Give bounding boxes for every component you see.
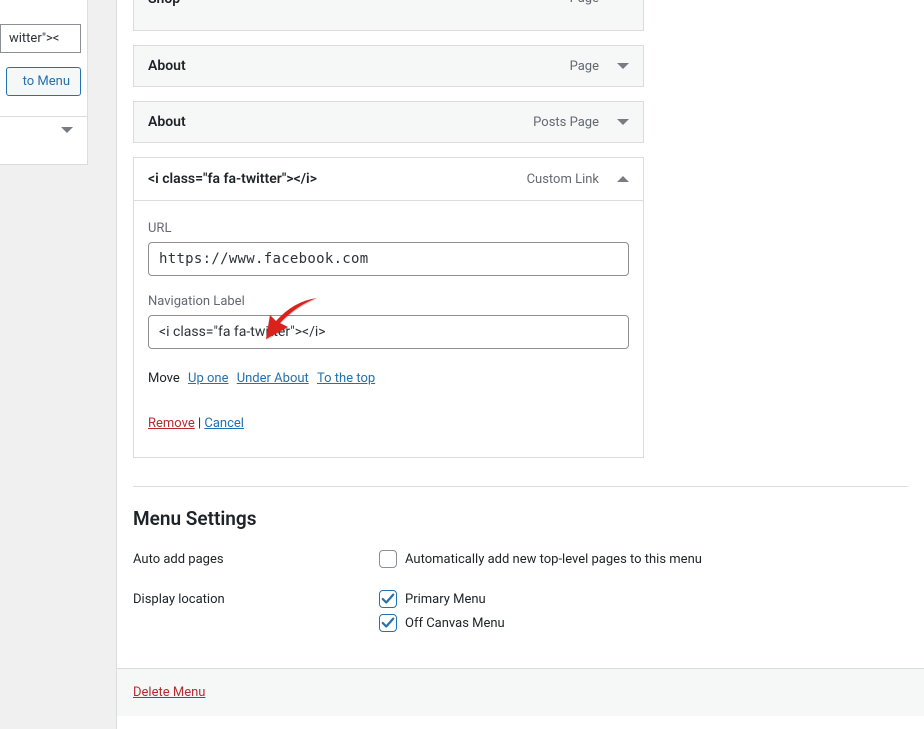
divider [133, 486, 908, 487]
cancel-link[interactable]: Cancel [204, 416, 244, 431]
url-input[interactable] [148, 242, 629, 276]
check-icon [381, 592, 395, 606]
chevron-up-icon[interactable] [617, 176, 629, 182]
navigation-label-input[interactable] [148, 315, 629, 349]
menu-item-title: About [148, 58, 570, 74]
menu-item-title: About [148, 114, 533, 130]
auto-add-pages-option: Automatically add new top-level pages to… [405, 552, 702, 567]
menu-item-type: Page [570, 59, 599, 74]
menu-item-title: Shop [148, 0, 570, 7]
auto-add-pages-checkbox[interactable] [379, 550, 397, 568]
menu-item-title: <i class="fa fa-twitter"></i> [148, 171, 527, 187]
menu-item-shop[interactable]: Shop Page [133, 0, 644, 31]
left-panel: witter">< to Menu [0, 0, 88, 165]
menu-item-type: Custom Link [527, 172, 599, 187]
navigation-label-label: Navigation Label [148, 294, 629, 309]
menu-item-about-page[interactable]: About Page [133, 45, 644, 87]
menu-item-type: Page [570, 0, 599, 6]
auto-add-pages-label: Auto add pages [133, 550, 379, 567]
move-to-top-link[interactable]: To the top [317, 371, 375, 386]
separator: | [195, 416, 205, 431]
primary-menu-label: Primary Menu [405, 592, 486, 607]
menu-settings-heading: Menu Settings [133, 507, 908, 530]
add-to-menu-button[interactable]: to Menu [6, 67, 81, 96]
menu-structure-panel: Shop Page About Page About Posts Page <i… [116, 0, 924, 729]
off-canvas-menu-checkbox[interactable] [379, 614, 397, 632]
chevron-down-icon [61, 127, 73, 148]
menu-item-custom-link-header[interactable]: <i class="fa fa-twitter"></i> Custom Lin… [133, 157, 644, 201]
delete-menu-link[interactable]: Delete Menu [133, 685, 205, 700]
menu-settings: Menu Settings Auto add pages Automatical… [117, 507, 924, 638]
menu-item-settings: URL Navigation Label Move Up one Under A… [133, 201, 644, 458]
display-location-label: Display location [133, 590, 379, 607]
move-label: Move [148, 371, 180, 386]
item-actions: Remove | Cancel [148, 416, 629, 431]
menu-item-type: Posts Page [533, 115, 599, 130]
left-accordion-toggle[interactable] [0, 116, 87, 164]
off-canvas-menu-label: Off Canvas Menu [405, 616, 505, 631]
menu-footer: Delete Menu [117, 668, 924, 716]
move-under-link[interactable]: Under About [237, 371, 309, 386]
chevron-down-icon[interactable] [617, 63, 629, 69]
menu-item-about-posts[interactable]: About Posts Page [133, 101, 644, 143]
primary-menu-checkbox[interactable] [379, 590, 397, 608]
chevron-down-icon[interactable] [617, 119, 629, 125]
display-location-row: Display location Primary Menu Off Canvas… [133, 590, 908, 638]
move-row: Move Up one Under About To the top [148, 371, 629, 386]
move-up-one-link[interactable]: Up one [188, 371, 228, 386]
auto-add-pages-row: Auto add pages Automatically add new top… [133, 550, 908, 574]
remove-link[interactable]: Remove [148, 416, 195, 431]
url-label: URL [148, 221, 629, 236]
check-icon [381, 616, 395, 630]
custom-link-text-fragment[interactable]: witter">< [0, 24, 81, 53]
